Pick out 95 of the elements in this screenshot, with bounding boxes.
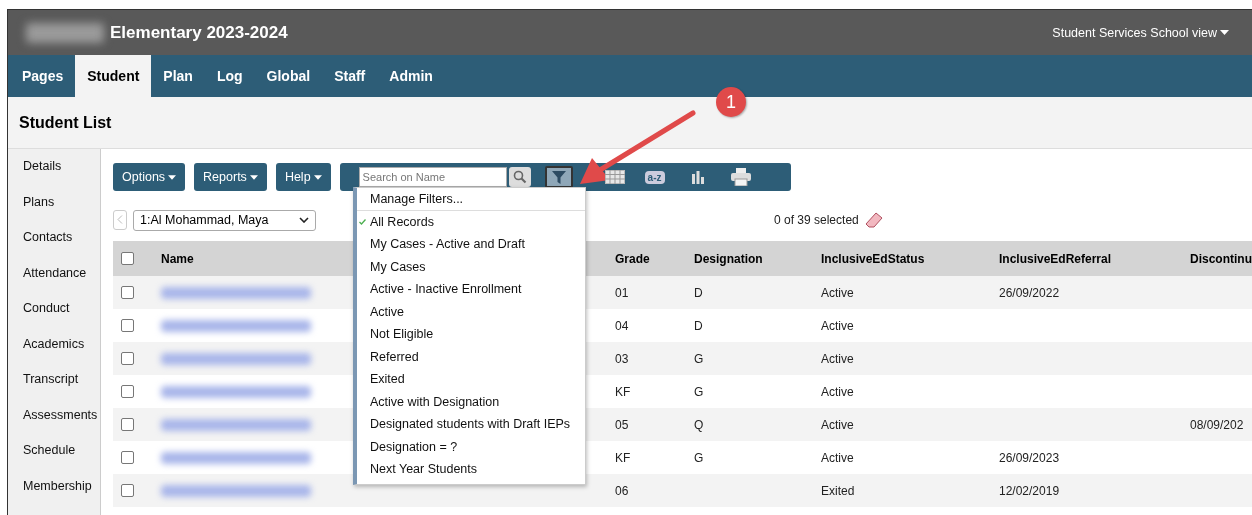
- chevron-down-icon: [299, 217, 309, 223]
- menu-item[interactable]: Exited: [357, 368, 585, 391]
- table-cell: 26/09/2022: [999, 285, 1060, 300]
- row-checkbox[interactable]: [121, 352, 134, 365]
- table-cell: G: [694, 450, 704, 465]
- nav-tab[interactable]: Staff: [322, 55, 378, 97]
- table-cell: 12/02/2019: [999, 483, 1060, 498]
- column-header[interactable]: InclusiveEdStatus: [821, 251, 925, 266]
- sidebar-item[interactable]: Contacts: [23, 230, 73, 244]
- sidebar-item[interactable]: Assessments: [23, 407, 98, 422]
- table-cell: Q: [694, 417, 704, 432]
- column-header[interactable]: Grade: [615, 251, 650, 266]
- eraser-icon[interactable]: [864, 212, 883, 228]
- column-header[interactable]: InclusiveEdReferral: [999, 251, 1112, 266]
- caret-icon: [249, 174, 258, 180]
- page-title: Student List: [19, 113, 112, 132]
- table-cell: D: [694, 318, 703, 333]
- menu-item[interactable]: Next Year Students: [357, 458, 585, 481]
- row-checkbox[interactable]: [121, 319, 134, 332]
- table-cell: Active: [821, 384, 854, 399]
- table-cell: 05: [615, 417, 629, 432]
- row-checkbox[interactable]: [121, 451, 134, 464]
- caret-icon: [168, 174, 177, 180]
- menu-item[interactable]: Active: [357, 300, 585, 323]
- menu-item[interactable]: My Cases - Active and Draft: [357, 233, 585, 256]
- chevron-left-icon: [117, 215, 123, 224]
- nav-tab[interactable]: Student: [75, 55, 152, 97]
- menu-item[interactable]: All Records: [357, 210, 585, 233]
- menu-item[interactable]: Active with Designation: [357, 390, 585, 413]
- row-checkbox[interactable]: [121, 286, 134, 299]
- table-cell: KF: [615, 384, 631, 399]
- table-cell: KF: [615, 450, 631, 465]
- print-button[interactable]: [730, 168, 751, 186]
- table-cell: 26/09/2023: [999, 450, 1060, 465]
- row-checkbox[interactable]: [121, 418, 134, 431]
- school-title: Elementary 2023-2024: [110, 22, 288, 43]
- menu-item[interactable]: Not Eligible: [357, 323, 585, 346]
- filter-icon: [550, 169, 567, 185]
- row-checkbox[interactable]: [121, 484, 134, 497]
- sidebar-item[interactable]: Schedule: [23, 443, 76, 457]
- bar-chart-icon: [690, 170, 705, 184]
- sidebar-item[interactable]: Attendance: [23, 265, 87, 280]
- table-cell: G: [694, 351, 704, 366]
- sidebar-item[interactable]: Details: [23, 159, 62, 173]
- selection-count: 0 of 39 selected: [774, 213, 859, 227]
- menu-item[interactable]: Designated students with Draft IEPs: [357, 413, 585, 436]
- chart-button[interactable]: [690, 170, 705, 184]
- column-header[interactable]: Designation: [694, 251, 763, 266]
- search-field[interactable]: Search on Name: [358, 167, 507, 187]
- menu-item[interactable]: Designation = ?: [357, 435, 585, 458]
- sidebar-item[interactable]: Plans: [23, 194, 55, 209]
- printer-icon: [730, 168, 751, 186]
- table-cell: Active: [821, 450, 854, 465]
- menu-item[interactable]: My Cases: [357, 255, 585, 278]
- menu-button[interactable]: Help: [275, 163, 331, 191]
- table-cell: 04: [615, 318, 629, 333]
- filter-button[interactable]: [544, 166, 573, 188]
- menu-item[interactable]: Active - Inactive Enrollment: [357, 278, 585, 301]
- search-button[interactable]: [508, 167, 531, 187]
- table-cell: Active: [821, 417, 854, 432]
- menu-item[interactable]: Manage Filters...: [357, 188, 585, 211]
- grid-icon: [604, 170, 625, 184]
- sidebar-item[interactable]: Conduct: [23, 301, 70, 315]
- caret-icon: [1220, 30, 1229, 35]
- nav-tab[interactable]: Log: [204, 55, 255, 97]
- table-cell: Exited: [821, 483, 855, 498]
- sidebar-item[interactable]: Academics: [23, 336, 85, 351]
- search-icon: [512, 170, 527, 184]
- menu-button[interactable]: Options: [113, 163, 186, 191]
- select-all-checkbox[interactable]: [121, 252, 134, 265]
- table-cell: 03: [615, 351, 629, 366]
- view-menu[interactable]: Student Services School view: [1043, 25, 1238, 40]
- menu-button[interactable]: Reports: [194, 163, 267, 191]
- table-cell: Active: [821, 351, 854, 366]
- column-header[interactable]: Name: [161, 251, 194, 266]
- grid-button[interactable]: [604, 170, 625, 184]
- table-cell: 01: [615, 285, 629, 300]
- table-cell: Active: [821, 285, 854, 300]
- nav-tab[interactable]: Admin: [377, 55, 445, 97]
- table-cell: Active: [821, 318, 854, 333]
- nav-tab[interactable]: Plan: [151, 55, 205, 97]
- nav-tab[interactable]: Pages: [10, 55, 76, 97]
- sidebar-item[interactable]: Transcript: [23, 372, 79, 386]
- table-cell: G: [694, 384, 704, 399]
- sidebar-item[interactable]: Membership: [23, 478, 92, 493]
- student-select[interactable]: 1:Al Mohammad, Maya: [133, 209, 316, 231]
- column-header[interactable]: Discontinu: [1190, 251, 1252, 266]
- menu-item[interactable]: Referred: [357, 345, 585, 368]
- caret-icon: [313, 174, 322, 180]
- nav-tab[interactable]: Global: [254, 55, 323, 97]
- row-checkbox[interactable]: [121, 385, 134, 398]
- table-cell: 06: [615, 483, 629, 498]
- sort-button[interactable]: a-z: [644, 170, 665, 184]
- table-cell: 08/09/202: [1190, 417, 1244, 432]
- table-cell: D: [694, 285, 703, 300]
